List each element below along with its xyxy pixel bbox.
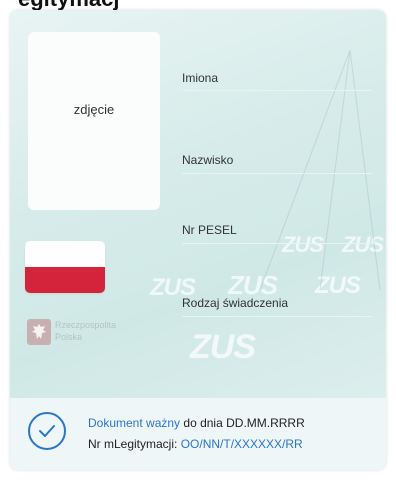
field-underline [182,316,372,317]
guilloche-pattern [259,50,381,291]
validity-status: Dokument ważny do dnia DD.MM.RRRR [88,416,305,430]
status-document-word: Dokument [88,416,143,430]
flag-red-stripe [25,267,105,293]
id-card: ZUS ZUS ZUS ZUS ZUS ZUS zdjęcie Imiona N… [10,10,386,470]
id-number-label: Nr mLegitymacji: [88,437,178,451]
check-circle-icon [28,412,66,450]
field-label-benefit-type: Rodzaj świadczenia [182,296,289,310]
status-panel: Dokument ważny do dnia DD.MM.RRRR Nr mLe… [10,398,386,470]
photo-placeholder: zdjęcie [28,32,160,210]
emblem-caption-line1: Rzeczpospolita [55,320,117,330]
eagle-emblem-icon [27,319,51,345]
status-valid-word: ważny [146,416,181,430]
field-underline [182,243,372,244]
emblem-caption: Rzeczpospolita Polska [55,319,116,343]
status-until-date: do dnia DD.MM.RRRR [183,416,305,430]
id-number-line: Nr mLegitymacji: OO/NN/T/XXXXXX/RR [88,437,303,451]
field-underline [182,90,372,91]
polish-flag [25,241,105,293]
field-underline [182,173,372,174]
field-label-pesel: Nr PESEL [182,223,237,237]
field-label-surname: Nazwisko [182,153,234,167]
id-number-value: OO/NN/T/XXXXXX/RR [180,437,303,451]
zus-watermark: ZUS [190,328,256,366]
flag-white-stripe [25,241,105,267]
emblem-caption-line2: Polska [55,332,83,342]
field-label-first-names: Imiona [182,71,219,85]
photo-label: zdjęcie [73,101,115,117]
